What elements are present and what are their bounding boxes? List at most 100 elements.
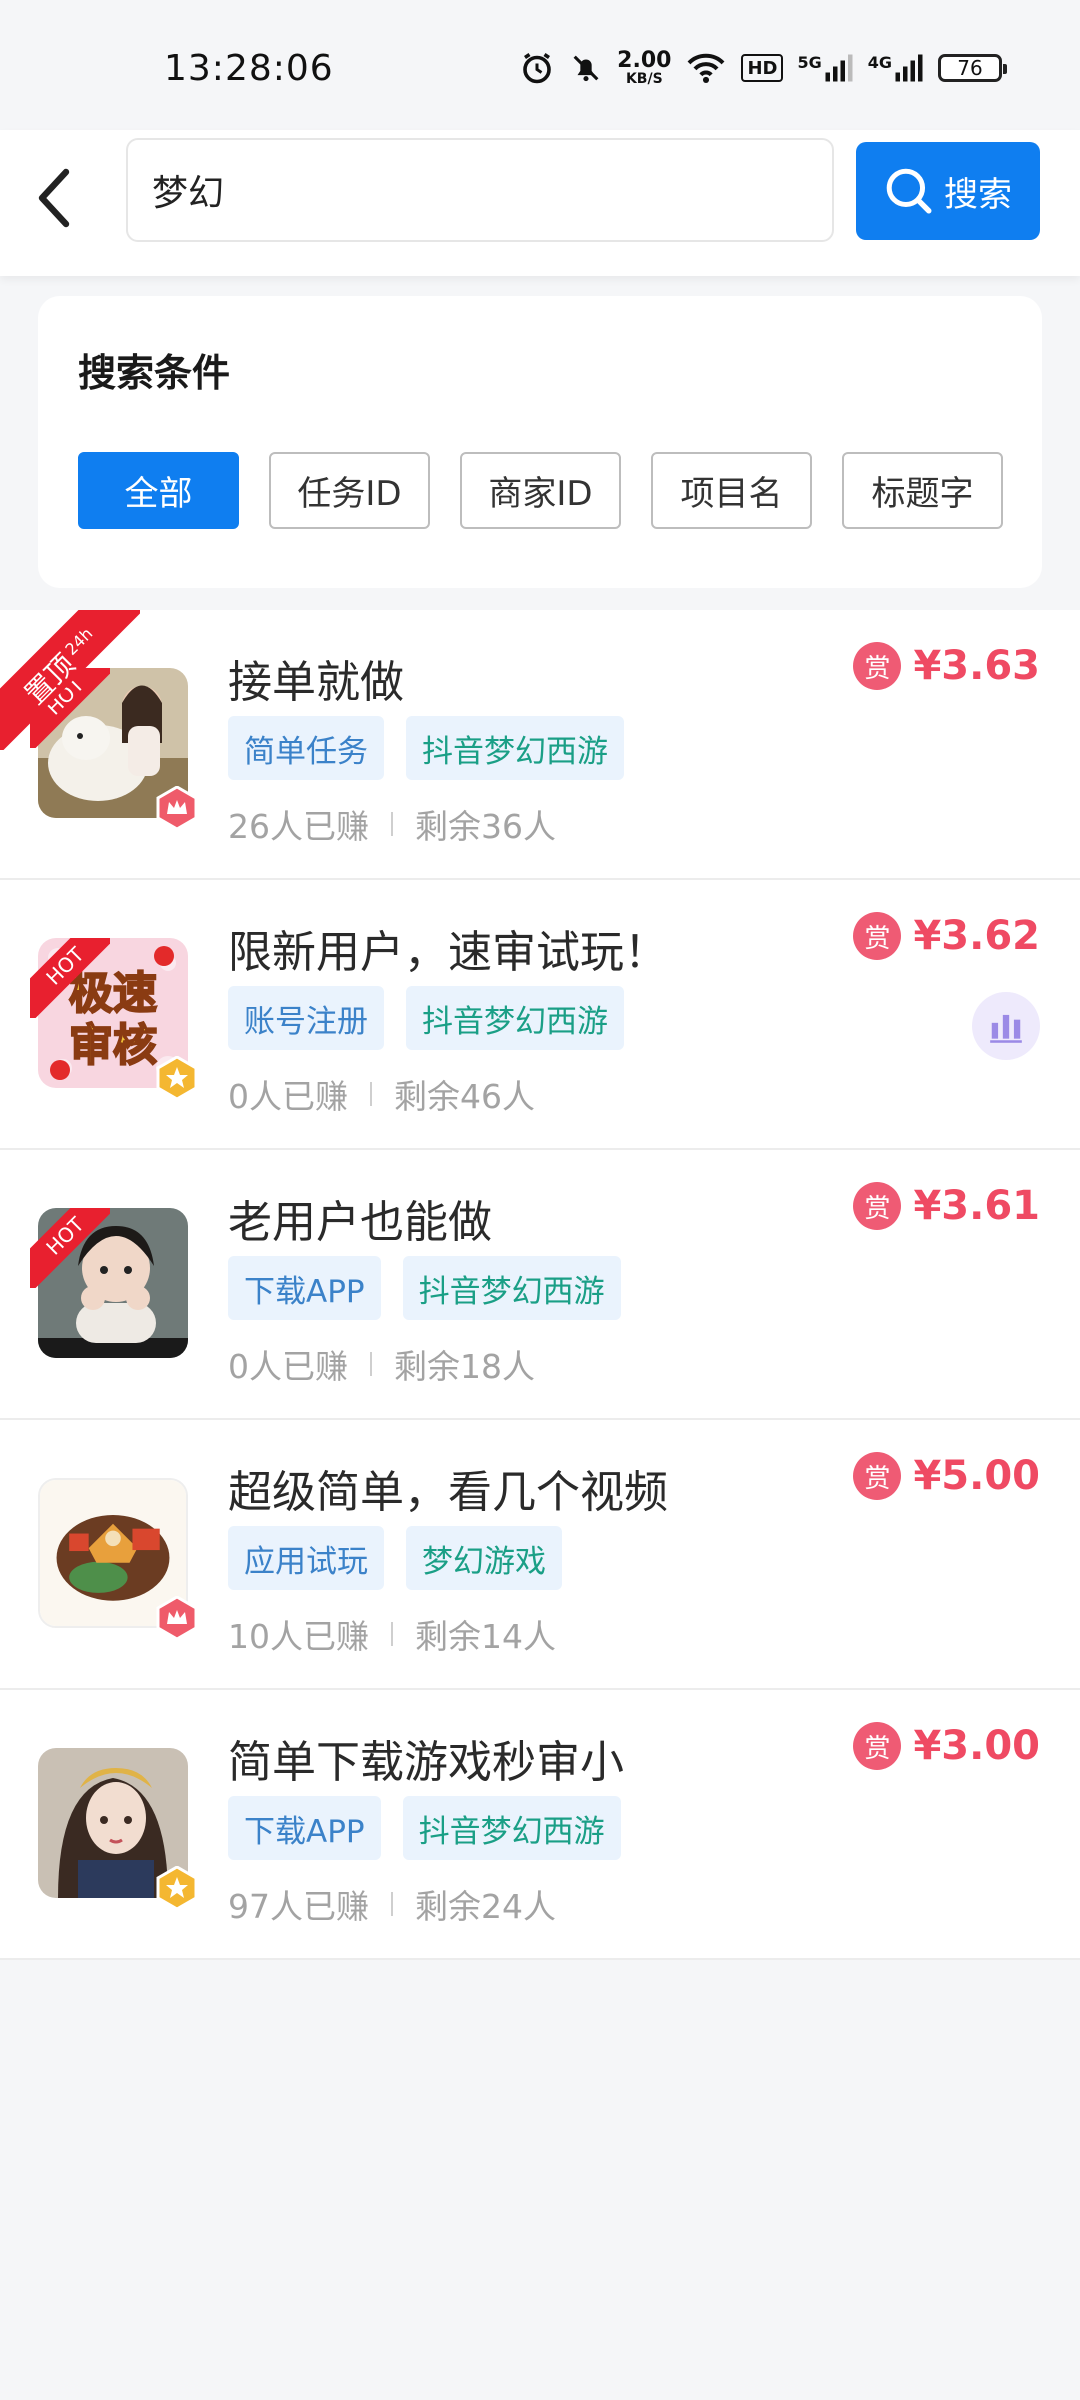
task-title: 老用户也能做	[228, 1197, 492, 1248]
filter-chip-row: 全部 任务ID 商家ID 项目名 标题字	[78, 452, 1003, 529]
pinned-ribbon: 置顶24h	[0, 610, 140, 750]
task-tag: 应用试玩	[228, 1526, 384, 1590]
crown-badge-icon	[156, 786, 198, 830]
task-stats: 10人已赚 剩余14人	[228, 1610, 556, 1658]
status-icons: 2.00 KB/S HD 5G 4G 76	[519, 46, 1007, 90]
reward: 赏 ¥3.61	[853, 1182, 1040, 1230]
earned-count: 0人已赚	[228, 1077, 348, 1116]
reward: 赏 ¥3.63	[853, 642, 1040, 690]
task-tags: 应用试玩 梦幻游戏	[228, 1526, 562, 1590]
divider	[391, 1622, 393, 1646]
reward-icon: 赏	[853, 642, 902, 690]
task-tag: 梦幻游戏	[406, 1526, 562, 1590]
task-item[interactable]: 极速 审核 HOT 限新用户，速审试玩！ 账号注册 抖音梦幻西游 0人已赚 剩余…	[0, 880, 1080, 1150]
filter-title: 搜索条件	[78, 351, 231, 395]
reward-icon: 赏	[853, 1722, 902, 1770]
task-tag: 抖音梦幻西游	[406, 716, 624, 780]
reward-amount: ¥3.61	[913, 1183, 1040, 1229]
hot-tag: HOT	[30, 938, 110, 1018]
task-item[interactable]: HOT 置顶24h 接单就做 简单任务 抖音梦幻西游 26人已赚 剩余36人 赏…	[0, 610, 1080, 880]
signal-5g-label: 5G	[797, 53, 822, 72]
pinned-label: 置顶	[18, 647, 82, 711]
task-tag: 抖音梦幻西游	[402, 1256, 621, 1320]
earned-count: 97人已赚	[228, 1887, 369, 1926]
task-title: 简单下载游戏秒审小	[228, 1737, 624, 1788]
hd-icon: HD	[741, 54, 784, 82]
filter-chip-merchant-id[interactable]: 商家ID	[460, 452, 621, 529]
divider	[391, 812, 393, 836]
hot-tag: HOT	[30, 1208, 110, 1288]
mute-icon	[569, 51, 603, 85]
net-speed: 2.00 KB/S	[617, 47, 672, 87]
reward: 赏 ¥5.00	[853, 1452, 1040, 1500]
reward-icon: 赏	[853, 1452, 902, 1500]
filter-card: 搜索条件 全部 任务ID 商家ID 项目名 标题字	[38, 296, 1042, 588]
star-badge-icon	[156, 1866, 198, 1910]
remaining-count: 剩余18人	[394, 1347, 535, 1386]
search-header: 搜索	[0, 130, 1080, 276]
task-tag: 账号注册	[228, 986, 384, 1050]
status-bar: 13:28:06 2.00 KB/S HD 5G 4G 76	[0, 0, 1080, 140]
filter-chip-task-id[interactable]: 任务ID	[269, 452, 430, 529]
search-button[interactable]: 搜索	[856, 142, 1040, 240]
task-tag: 下载APP	[228, 1256, 381, 1320]
reward: 赏 ¥3.00	[853, 1722, 1040, 1770]
battery-icon: 76	[938, 54, 1007, 82]
bar-chart-icon	[990, 1014, 1022, 1043]
remaining-count: 剩余36人	[415, 807, 556, 846]
reward-icon: 赏	[853, 912, 902, 960]
task-stats: 97人已赚 剩余24人	[228, 1880, 556, 1928]
battery-level: 76	[957, 56, 983, 80]
filter-chip-all[interactable]: 全部	[78, 452, 239, 529]
signal-4g-label: 4G	[867, 53, 892, 72]
hot-label: HOT	[30, 938, 110, 1018]
task-tag: 抖音梦幻西游	[402, 1796, 621, 1860]
pinned-duration: 24h	[61, 623, 97, 659]
search-input[interactable]	[126, 138, 834, 242]
filter-chip-project-name[interactable]: 项目名	[651, 452, 812, 529]
back-button[interactable]	[26, 158, 82, 238]
filter-chip-title-keyword[interactable]: 标题字	[842, 452, 1003, 529]
task-tags: 下载APP 抖音梦幻西游	[228, 1796, 621, 1860]
remaining-count: 剩余14人	[415, 1617, 556, 1656]
net-speed-value: 2.00	[617, 47, 672, 73]
alarm-icon	[519, 50, 555, 86]
task-title: 接单就做	[228, 657, 404, 708]
divider	[391, 1892, 393, 1916]
stats-chart-button[interactable]	[972, 992, 1040, 1060]
task-stats: 26人已赚 剩余36人	[228, 800, 556, 848]
earned-count: 26人已赚	[228, 807, 369, 846]
search-icon	[886, 168, 932, 214]
reward-icon: 赏	[853, 1182, 902, 1230]
divider	[370, 1082, 372, 1106]
reward: 赏 ¥3.62	[853, 912, 1040, 960]
task-title: 限新用户，速审试玩！	[228, 927, 668, 978]
task-tags: 简单任务 抖音梦幻西游	[228, 716, 624, 780]
task-tag: 下载APP	[228, 1796, 381, 1860]
star-badge-icon	[156, 1056, 198, 1100]
task-list: HOT 置顶24h 接单就做 简单任务 抖音梦幻西游 26人已赚 剩余36人 赏…	[0, 610, 1080, 1960]
task-stats: 0人已赚 剩余18人	[228, 1340, 535, 1388]
task-tags: 下载APP 抖音梦幻西游	[228, 1256, 621, 1320]
task-item[interactable]: 超级简单，看几个视频 应用试玩 梦幻游戏 10人已赚 剩余14人 赏 ¥5.00	[0, 1420, 1080, 1690]
task-item[interactable]: 简单下载游戏秒审小 下载APP 抖音梦幻西游 97人已赚 剩余24人 赏 ¥3.…	[0, 1690, 1080, 1960]
remaining-count: 剩余24人	[415, 1887, 556, 1926]
wifi-icon	[685, 51, 727, 85]
hd-label: HD	[747, 57, 778, 79]
hot-label: HOT	[30, 1208, 110, 1288]
reward-amount: ¥3.62	[913, 913, 1040, 959]
task-item[interactable]: HOT 老用户也能做 下载APP 抖音梦幻西游 0人已赚 剩余18人 赏 ¥3.…	[0, 1150, 1080, 1420]
remaining-count: 剩余46人	[394, 1077, 535, 1116]
earned-count: 10人已赚	[228, 1617, 369, 1656]
earned-count: 0人已赚	[228, 1347, 348, 1386]
signal-5g-icon: 5G	[797, 53, 853, 83]
net-speed-unit: KB/S	[625, 70, 663, 87]
task-tag: 抖音梦幻西游	[406, 986, 624, 1050]
divider	[370, 1352, 372, 1376]
chevron-left-icon	[38, 168, 70, 228]
thumb-text: 审核	[69, 1020, 157, 1071]
status-time: 13:28:06	[164, 48, 334, 89]
task-tags: 账号注册 抖音梦幻西游	[228, 986, 624, 1050]
crown-badge-icon	[156, 1596, 198, 1640]
signal-4g-icon: 4G	[868, 53, 924, 83]
